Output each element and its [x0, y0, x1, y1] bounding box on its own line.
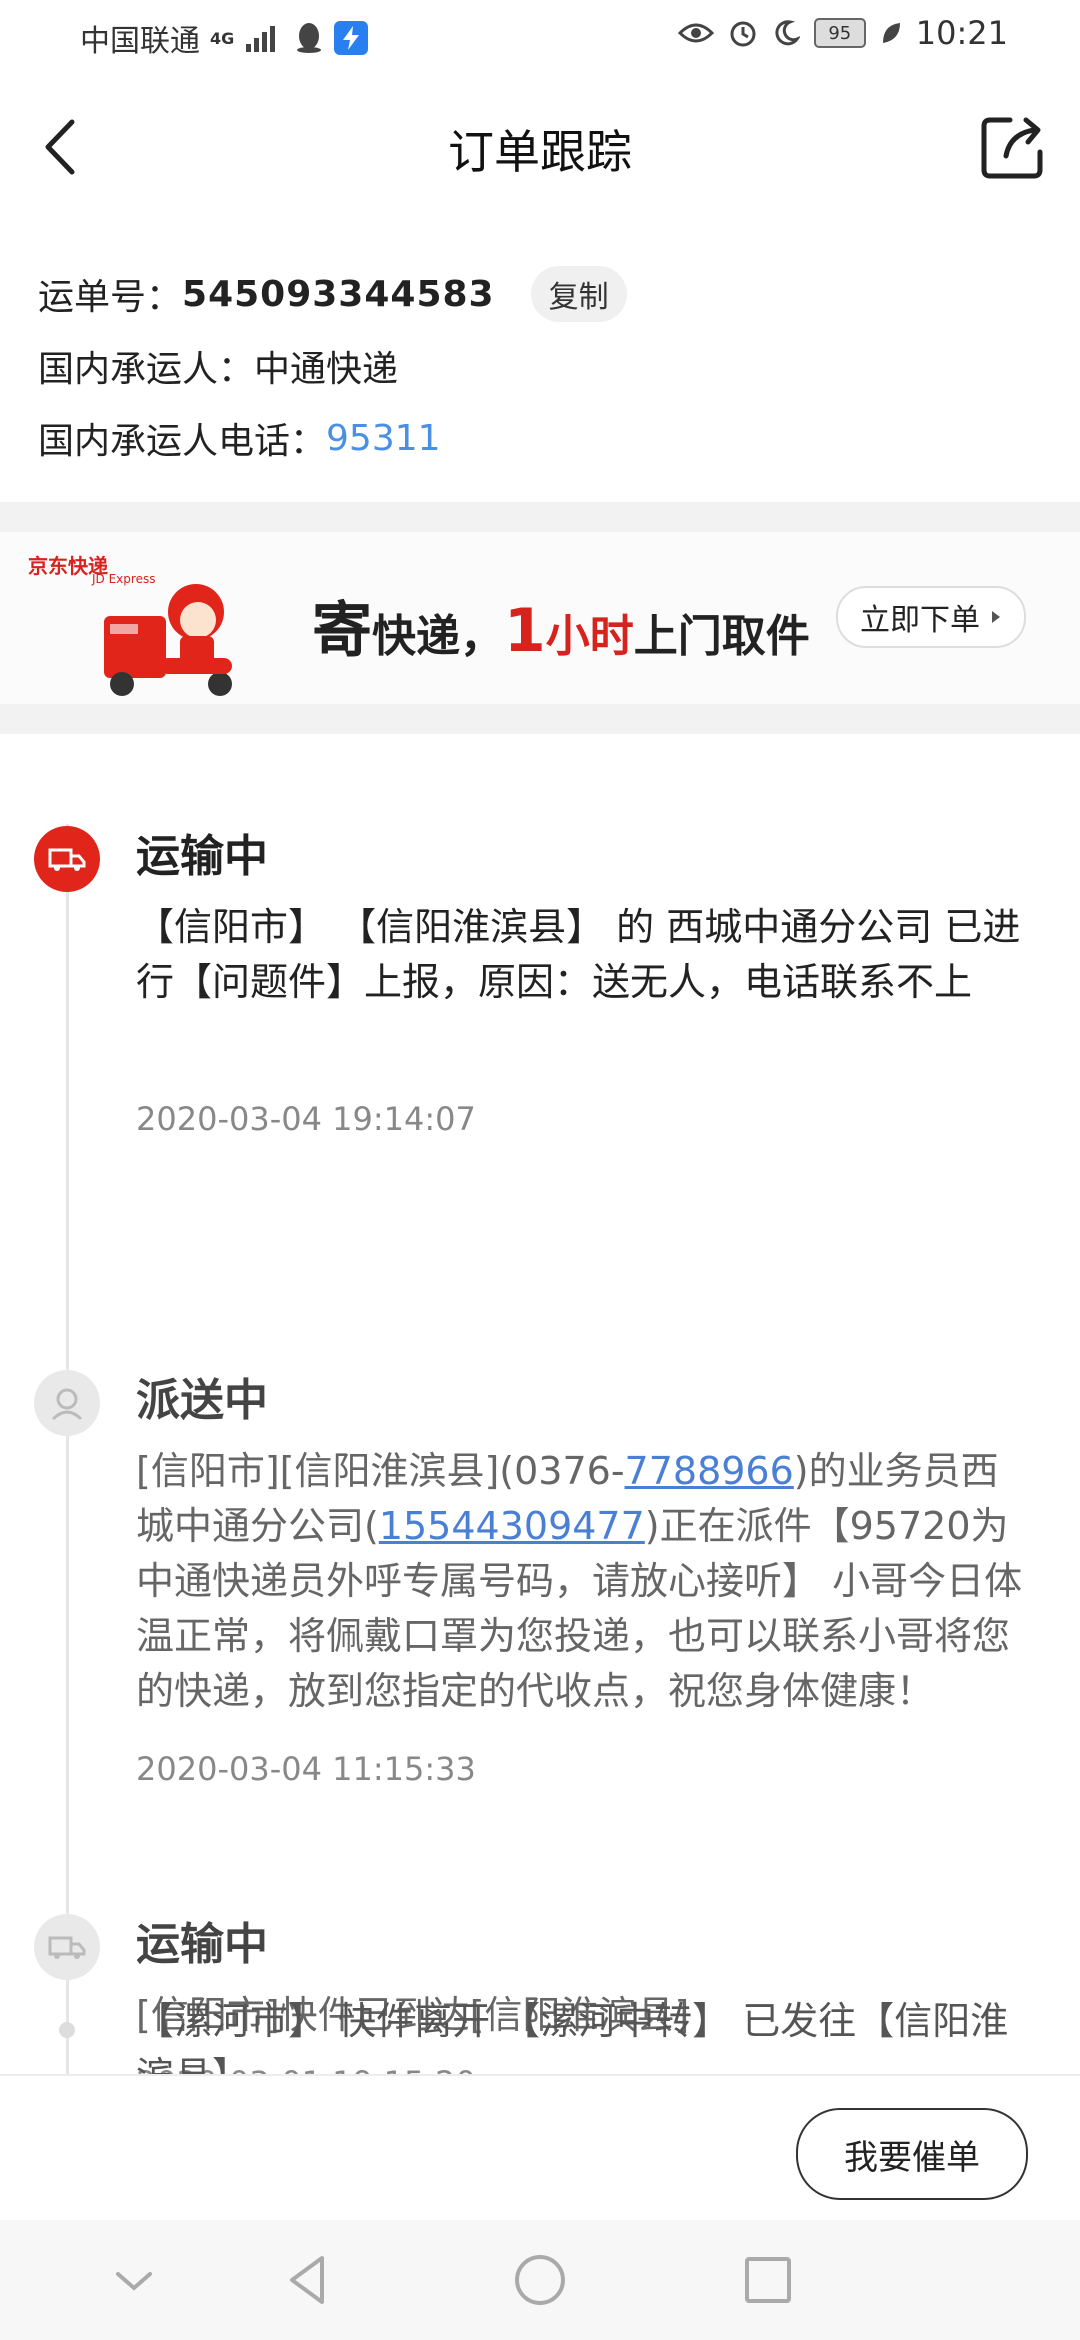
- divider: [0, 502, 1080, 532]
- carrier-phone-label: 国内承运人电话：: [38, 421, 327, 462]
- order-now-label: 立即下单: [860, 603, 980, 638]
- waybill-info: 运单号： 545093344583 复制 国内承运人： 中通快递 国内承运人电话…: [38, 258, 1038, 474]
- carrier-row: 国内承运人： 中通快递: [38, 330, 1038, 402]
- nav-recents-button[interactable]: [738, 2250, 798, 2310]
- tracking-timeline: 运输中 【信阳市】 【信阳淮滨县】 的 西城中通分公司 已进行【问题件】上报，原…: [0, 734, 1080, 2074]
- play-arrow-icon: [992, 611, 1000, 623]
- jd-express-banner[interactable]: 京东快递 JD Express 寄快递，1小时上门取件 立即下单: [0, 532, 1080, 704]
- waybill-row: 运单号： 545093344583 复制: [38, 258, 1038, 330]
- courier-phone-link[interactable]: 15544309477: [379, 1504, 645, 1548]
- truck-icon: [34, 1914, 100, 1980]
- share-icon: [981, 117, 1043, 179]
- network-type: 4G: [210, 28, 235, 48]
- carrier-phone-row: 国内承运人电话： 95311: [38, 402, 1038, 474]
- event-status: 运输中: [136, 1919, 268, 1970]
- waybill-number: 545093344583: [182, 273, 495, 315]
- share-button[interactable]: [976, 108, 1052, 184]
- clock: 10:21: [915, 14, 1008, 52]
- square-recents-icon: [745, 2257, 791, 2303]
- divider: [0, 704, 1080, 734]
- carrier-name: 中国联通: [80, 24, 200, 59]
- page-title: 订单跟踪: [448, 125, 632, 179]
- nav-collapse-button[interactable]: [104, 2250, 164, 2310]
- event-time: 2020-03-04 19:14:07: [136, 1100, 476, 1138]
- phone-link[interactable]: 7788966: [625, 1449, 794, 1493]
- event-status: 运输中: [136, 831, 268, 882]
- courier-scooter-illustration: [104, 584, 232, 696]
- order-now-button[interactable]: 立即下单: [836, 586, 1026, 648]
- leaf-icon: [882, 23, 900, 43]
- event-description: 【信阳市】 【信阳淮滨县】 的 西城中通分公司 已进行【问题件】上报，原因：送无…: [136, 905, 1021, 1004]
- nav-back-button[interactable]: [280, 2250, 340, 2310]
- event-description: 【漯河市】 快件离开 【漯河中转】 已发往【信阳淮滨县】: [136, 1999, 1009, 2074]
- bottom-action-bar: 我要催单: [0, 2074, 1080, 2222]
- carrier-phone-link[interactable]: 95311: [326, 418, 441, 459]
- carrier-value: 中通快递: [254, 349, 399, 390]
- signal-icon: [246, 26, 276, 52]
- timeline-dot: [59, 2022, 75, 2038]
- chevron-down-icon: [116, 2272, 152, 2291]
- status-bar: 中国联通 4G 95 10:21: [0, 0, 1080, 72]
- urge-order-button[interactable]: 我要催单: [796, 2108, 1028, 2200]
- alarm-icon: [730, 21, 756, 47]
- courier-icon: [34, 1370, 100, 1436]
- system-nav-bar: [0, 2220, 1080, 2340]
- copy-button[interactable]: 复制: [530, 266, 627, 322]
- battery-indicator: 95: [813, 18, 866, 48]
- nav-home-button[interactable]: [510, 2250, 570, 2310]
- truck-icon: [34, 826, 100, 892]
- timeline-line: [66, 824, 69, 2074]
- event-description: [信阳市][信阳淮滨县](0376-7788966)的业务员西城中通分公司(15…: [136, 1449, 1023, 1713]
- event-time: 2020-03-04 11:15:33: [136, 1750, 476, 1788]
- carrier-label: 国内承运人：: [38, 349, 255, 390]
- moon-icon: [775, 20, 800, 46]
- app-notification-icon: [334, 21, 369, 55]
- event-status: 派送中: [136, 1375, 268, 1426]
- banner-slogan: 寄快递，1小时上门取件: [312, 596, 810, 666]
- circle-home-icon: [515, 2255, 565, 2305]
- triangle-back-icon: [290, 2256, 324, 2304]
- qq-icon: [297, 23, 322, 53]
- eye-icon: [677, 23, 714, 43]
- app-header: 订单跟踪: [0, 72, 1080, 220]
- waybill-label: 运单号：: [38, 277, 183, 318]
